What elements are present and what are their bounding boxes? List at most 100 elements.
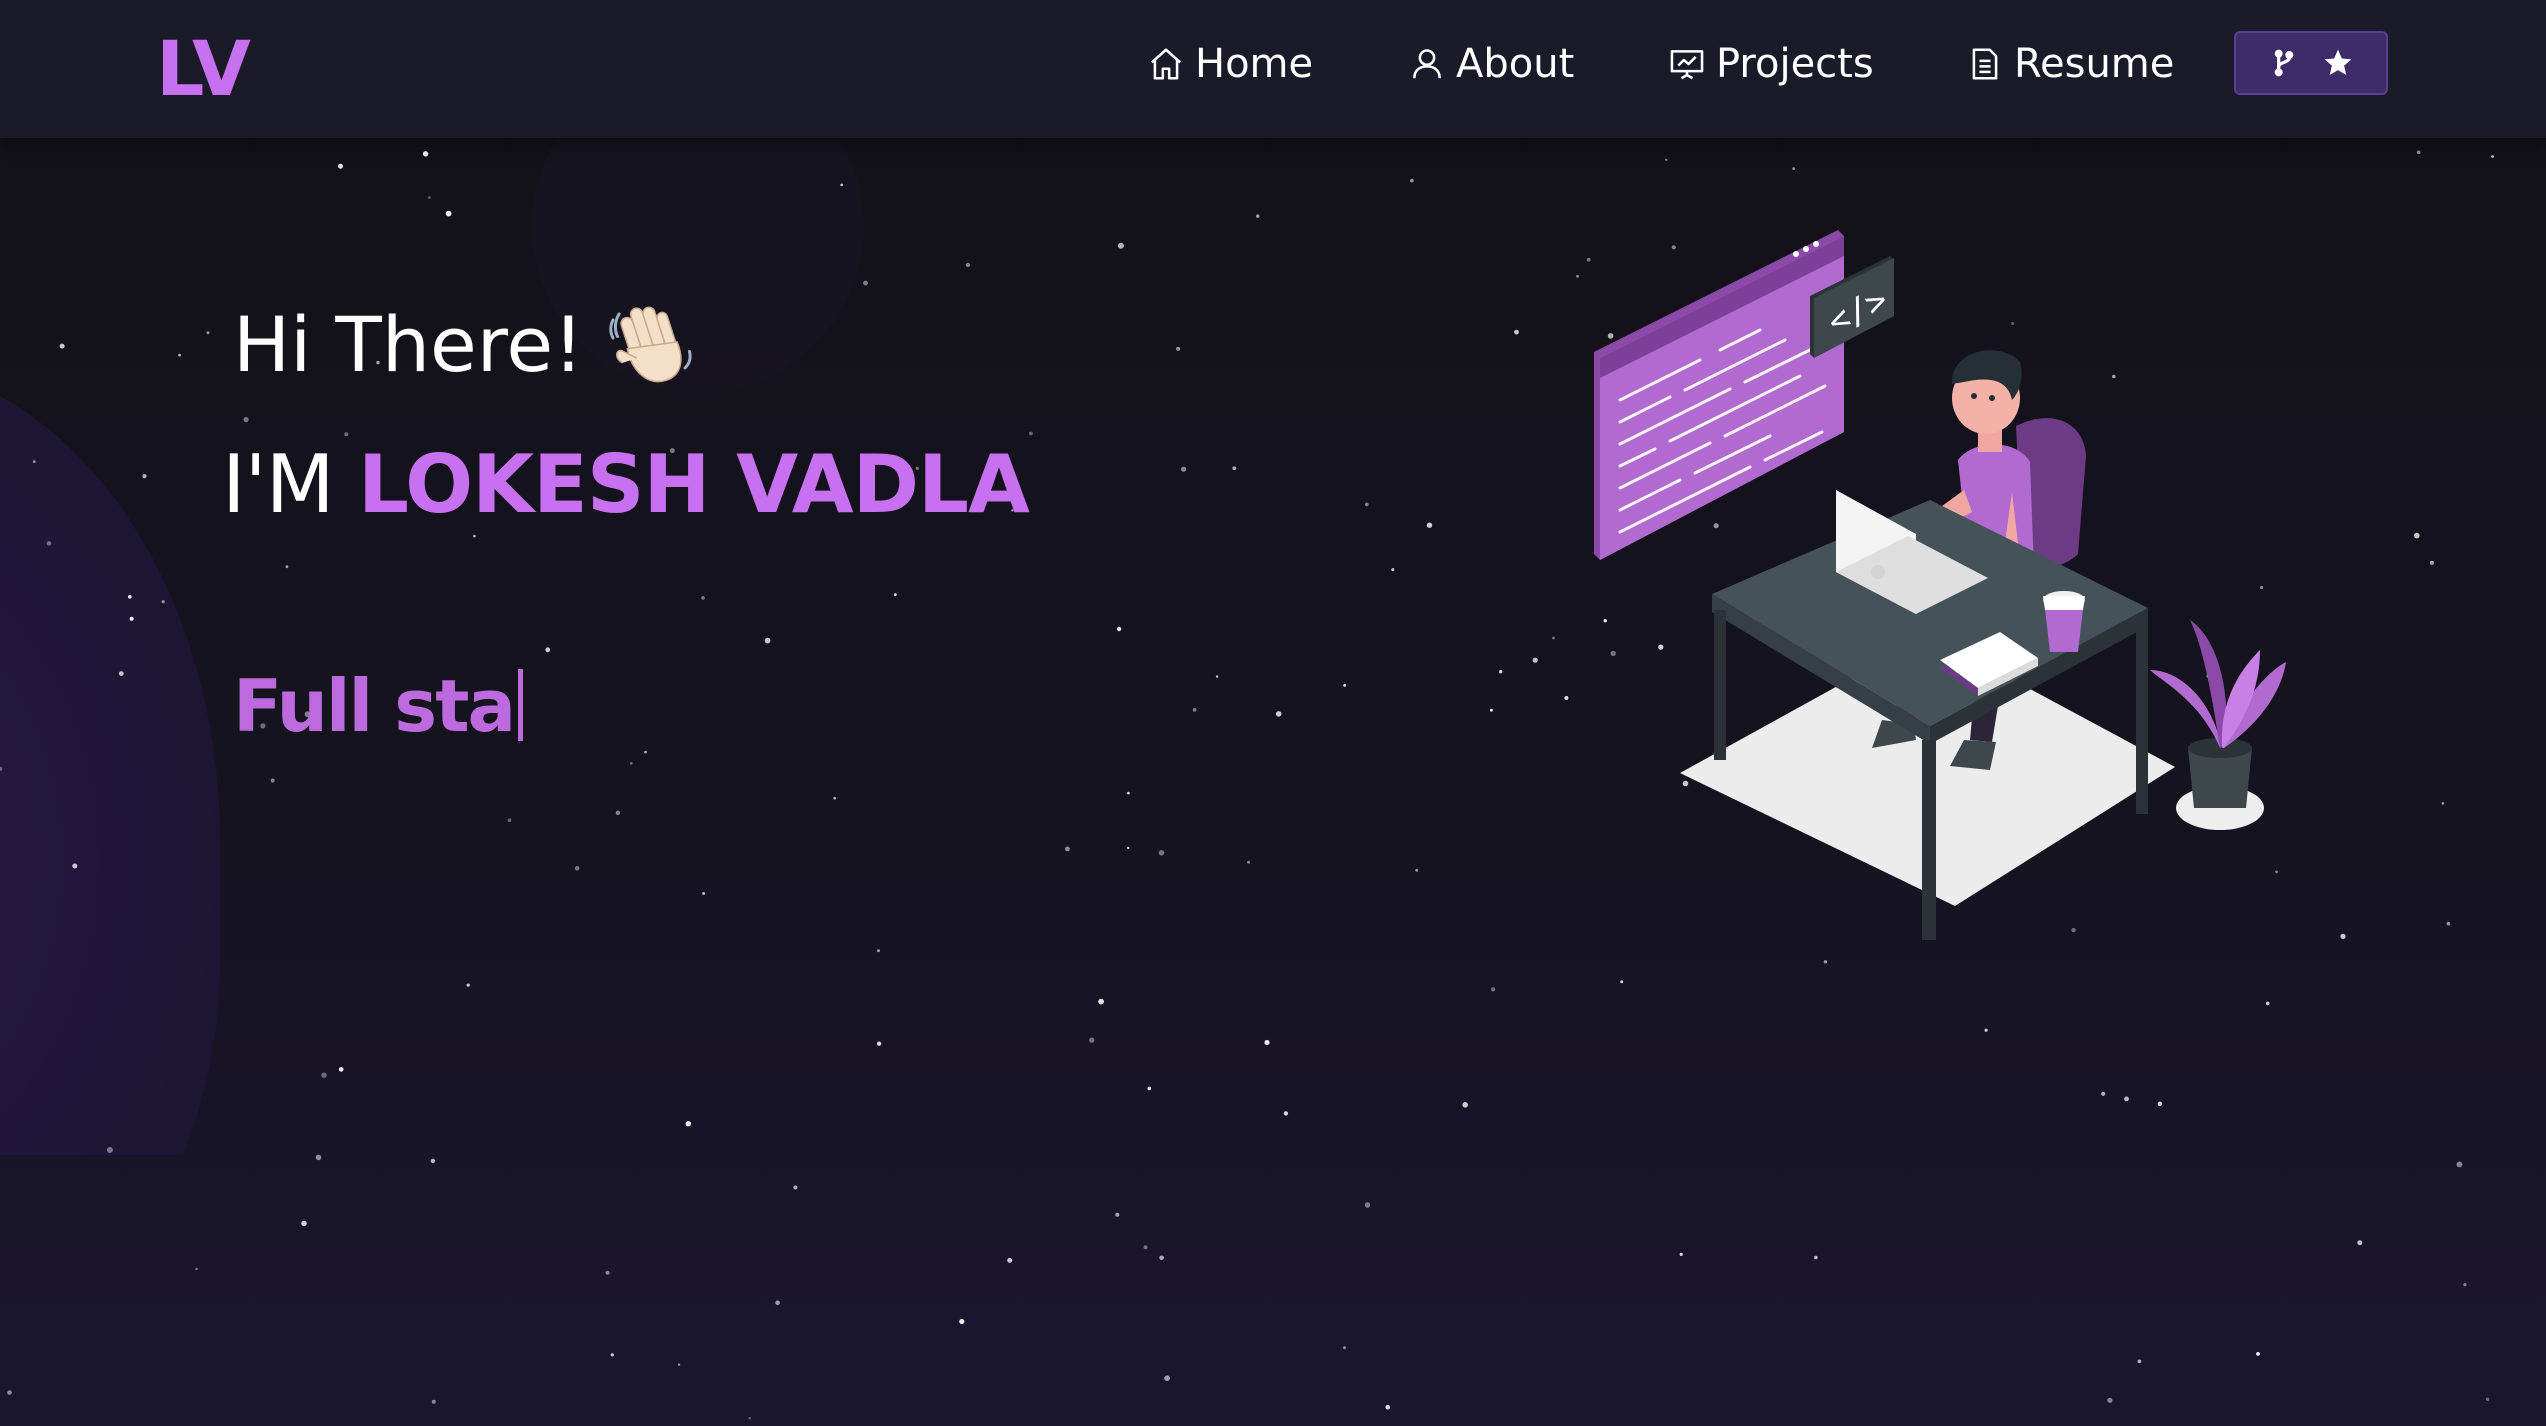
star-dot (431, 1399, 436, 1404)
star-dot (161, 600, 165, 604)
star-dot (142, 474, 147, 479)
star-dot (118, 671, 124, 676)
star-dot (338, 163, 343, 169)
star-dot (1098, 998, 1104, 1005)
star-dot (59, 343, 65, 349)
star-dot (315, 1154, 322, 1161)
star-dot (1410, 178, 1414, 183)
star-dot (7, 1390, 12, 1395)
star-dot (1089, 1037, 1095, 1043)
nav-item-about[interactable]: About (1408, 32, 1574, 96)
star-dot (129, 616, 134, 621)
star-dot (2485, 1397, 2490, 1402)
star-dot (178, 353, 182, 357)
star-dot (321, 1072, 327, 1078)
nav-item-home[interactable]: Home (1147, 32, 1313, 96)
star-dot (1176, 346, 1181, 351)
star-dot (574, 866, 580, 871)
star-dot (701, 596, 705, 600)
star-dot (1143, 1245, 1148, 1250)
nav-item-resume[interactable]: Resume (1966, 32, 2174, 96)
star-dot (2107, 1397, 2113, 1403)
star-dot (959, 1318, 965, 1325)
star-dot (301, 1220, 307, 1227)
star-dot (422, 151, 429, 157)
hero-name: LOKESH VADLA (358, 438, 1030, 531)
star-dot (894, 593, 897, 596)
star-dot (2491, 155, 2495, 158)
star-dot (1426, 522, 1433, 528)
star-dot (702, 892, 705, 895)
star-dot (644, 750, 647, 754)
user-icon (1413, 49, 1441, 79)
star-dot (1415, 868, 1419, 872)
star-dot (2137, 1359, 2142, 1364)
star-dot (677, 1363, 681, 1366)
star-dot (1620, 980, 1624, 984)
star-dot (2101, 1091, 2106, 1096)
nav-item-about-label: About (1456, 41, 1575, 87)
star-dot (2357, 1240, 2363, 1246)
star-dot (2416, 150, 2421, 155)
star-dot (2441, 802, 2445, 805)
star-dot (507, 818, 512, 822)
star-dot (1127, 791, 1130, 795)
star-dot (630, 762, 633, 765)
star-dot (1115, 1212, 1120, 1217)
waving-hand-icon (608, 306, 692, 383)
star-dot (1147, 1086, 1152, 1091)
nav-item-projects-label: Projects (1716, 41, 1874, 87)
star-dot (863, 280, 868, 286)
star-dot (0, 766, 3, 771)
star-dot (1232, 466, 1237, 471)
presentation-chart-icon (1670, 50, 1704, 80)
star-dot (338, 1067, 344, 1072)
typewriter-text: Full sta (233, 664, 516, 748)
star-dot (1158, 850, 1165, 856)
star-dot (106, 1147, 113, 1153)
document-icon (1972, 48, 1998, 80)
star-dot (1679, 1252, 1683, 1256)
star-dot (615, 810, 621, 815)
star-dot (128, 595, 132, 599)
star-dot (1192, 708, 1197, 712)
star-dot (764, 637, 771, 644)
nav-item-resume-label: Resume (2014, 41, 2175, 87)
star-dot (466, 983, 470, 987)
star-dot (605, 1270, 610, 1275)
star-dot (1264, 1039, 1270, 1046)
navbar: LV Home About Projects Resume (0, 0, 2546, 138)
star-dot (833, 796, 836, 800)
star-dot (1532, 657, 1538, 663)
page: LV Home About Projects Resume Hi There! … (0, 0, 2546, 1426)
star-dot (775, 1300, 780, 1306)
star-dot (1029, 431, 1033, 436)
star-dot (1116, 626, 1122, 632)
star-dot (1007, 1257, 1013, 1263)
star-dot (1159, 1255, 1164, 1261)
star-dot (1256, 214, 1260, 218)
star-dot (877, 949, 880, 953)
home-icon (1150, 48, 1182, 80)
intro-prefix: I'M (222, 438, 335, 531)
greeting-text: Hi There! (233, 299, 584, 389)
star-dot (1247, 860, 1250, 864)
star-dot (195, 1267, 198, 1271)
github-fork-star-button[interactable] (2234, 31, 2388, 95)
star-dot (793, 1185, 798, 1190)
star-dot (445, 210, 452, 217)
star-dot (1491, 987, 1496, 992)
developer-at-desk-illustration: </> (1594, 230, 2286, 940)
star-dot (1984, 1028, 1988, 1032)
star-dot (1499, 670, 1503, 674)
nav-item-projects[interactable]: Projects (1668, 32, 1874, 96)
coffee-cup-shape (2043, 591, 2085, 652)
star-dot (1814, 1255, 1818, 1260)
star-dot (1181, 466, 1187, 472)
star-dot (32, 460, 36, 463)
star-dot (344, 432, 349, 437)
typewriter-cursor (518, 669, 524, 741)
star-dot (1552, 636, 1555, 640)
star-dot (1365, 502, 1369, 507)
logo[interactable]: LV (156, 24, 251, 113)
